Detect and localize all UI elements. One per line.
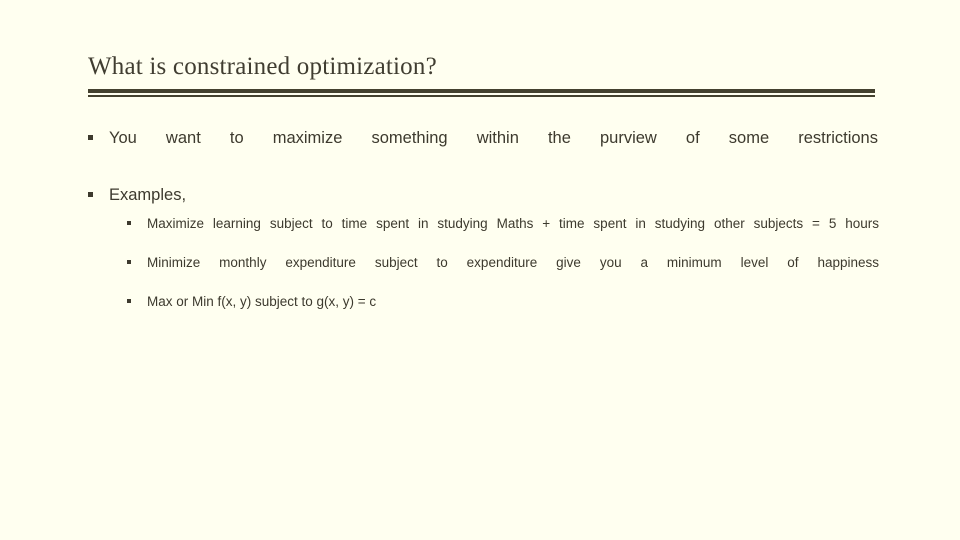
- sub-bullet-list: Maximize learning subject to time spent …: [127, 215, 879, 310]
- square-bullet-icon: [127, 254, 131, 271]
- slide: What is constrained optimization? You wa…: [0, 0, 960, 540]
- bullet-level1-text: You want to maximize something within th…: [109, 129, 878, 147]
- bullet-level2-text: Minimize monthly expenditure subject to …: [147, 255, 879, 270]
- square-bullet-icon: [88, 128, 93, 149]
- bullet-item-level2: Maximize learning subject to time spent …: [127, 215, 879, 249]
- title-divider: [88, 89, 875, 97]
- square-bullet-icon: [88, 185, 93, 206]
- square-bullet-icon: [127, 215, 131, 232]
- bullet-level2-text: Max or Min f(x, y) subject to g(x, y) = …: [147, 294, 377, 309]
- divider-rule-thin: [88, 95, 875, 97]
- bullet-item-level2: Max or Min f(x, y) subject to g(x, y) = …: [127, 293, 879, 310]
- bullet-item-level2: Minimize monthly expenditure subject to …: [127, 254, 879, 288]
- bullet-level2-text: Maximize learning subject to time spent …: [147, 216, 879, 231]
- bullet-item-level1: Examples, Maximize learning subject to t…: [88, 185, 879, 310]
- bullet-level1-text: Examples,: [109, 186, 187, 204]
- square-bullet-icon: [127, 293, 131, 310]
- title-block: What is constrained optimization?: [88, 52, 876, 97]
- bullet-item-level1: You want to maximize something within th…: [88, 128, 878, 170]
- page-title: What is constrained optimization?: [88, 53, 437, 80]
- body-content: You want to maximize something within th…: [88, 128, 879, 310]
